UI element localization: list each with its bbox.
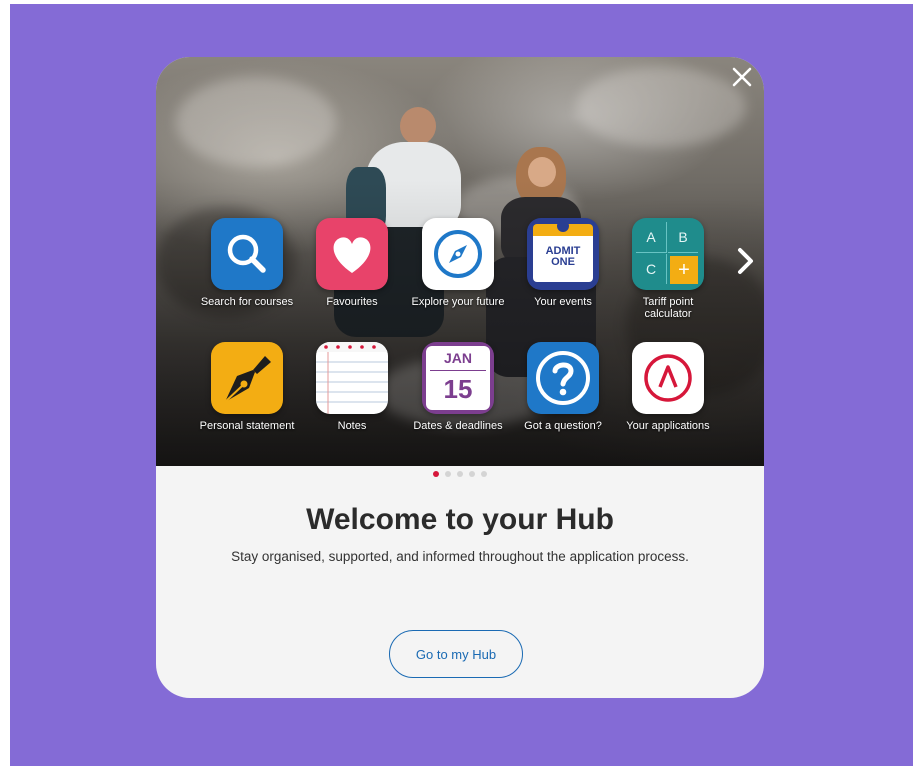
carousel-pagination [156,471,764,477]
welcome-modal: Search for courses Favourites Explore yo… [156,57,764,698]
app-your-events[interactable]: ADMIT ONE Your events [515,218,611,308]
modal-title: Welcome to your Hub [306,503,614,536]
app-your-applications[interactable]: Your applications [620,342,716,432]
calc-key: C [636,254,667,284]
chevron-right-icon [738,248,753,274]
app-explore-your-future[interactable]: Explore your future [410,218,506,308]
applications-logo-icon [632,342,704,414]
app-label: Got a question? [524,420,602,432]
calendar-month: JAN [443,350,472,366]
modal-subtitle: Stay organised, supported, and informed … [231,549,689,564]
app-label: Personal statement [199,420,295,432]
app-label: Explore your future [411,296,505,308]
app-got-a-question[interactable]: Got a question? [515,342,611,432]
go-to-hub-button[interactable]: Go to my Hub [389,630,523,678]
pagination-dot[interactable] [445,471,451,477]
pagination-dot[interactable] [469,471,475,477]
ticket-icon: ADMIT ONE [527,218,599,290]
next-slide-button[interactable] [732,243,758,279]
pagination-dot[interactable] [433,471,439,477]
app-label: Favourites [326,296,378,308]
search-icon [211,218,283,290]
app-search-for-courses[interactable]: Search for courses [199,218,295,308]
question-icon [527,342,599,414]
calendar-icon: JAN 15 [422,342,494,414]
calc-key: A [636,222,667,253]
app-label: Dates & deadlines [413,420,503,432]
close-icon [732,67,752,87]
pagination-dot[interactable] [481,471,487,477]
app-favourites[interactable]: Favourites [304,218,400,308]
close-button[interactable] [728,63,756,91]
calendar-day: 15 [443,374,473,404]
calculator-icon: A B C + [632,218,704,290]
app-label: Notes [337,420,367,432]
calc-key: + [670,256,698,284]
notepad-icon [316,342,388,414]
calc-key: B [668,222,698,253]
ticket-text: ADMIT ONE [545,245,581,268]
heart-icon [316,218,388,290]
pen-nib-icon [211,342,283,414]
hero-image: Search for courses Favourites Explore yo… [156,57,764,466]
app-personal-statement[interactable]: Personal statement [199,342,295,432]
app-tariff-point-calculator[interactable]: A B C + Tariff point calculator [620,218,716,320]
pagination-dot[interactable] [457,471,463,477]
app-label: Your events [534,296,592,308]
app-label: Tariff point calculator [642,296,694,320]
app-dates-deadlines[interactable]: JAN 15 Dates & deadlines [410,342,506,432]
app-notes[interactable]: Notes [304,342,400,432]
app-label: Your applications [626,420,710,432]
compass-icon [422,218,494,290]
app-label: Search for courses [200,296,294,308]
